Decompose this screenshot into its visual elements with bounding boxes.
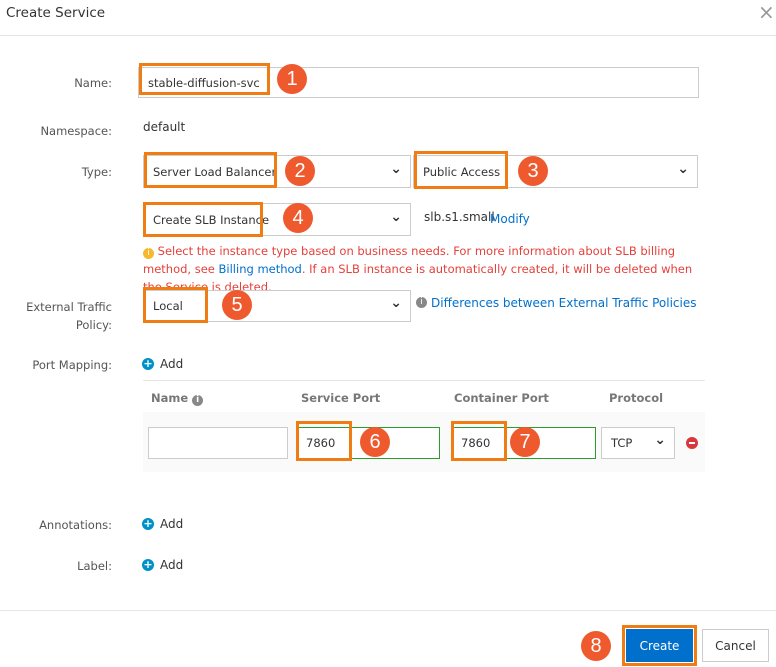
step-marker-1: 1: [277, 64, 307, 94]
modify-link[interactable]: Modify: [490, 212, 530, 226]
slb-select[interactable]: Create SLB Instance: [143, 203, 411, 236]
add-label-button[interactable]: + Add: [142, 558, 183, 572]
header-container-port: Container Port: [454, 391, 549, 405]
slb-value: Create SLB Instance: [153, 212, 270, 227]
annotations-label: Annotations:: [39, 518, 112, 532]
step-marker-8: 8: [581, 631, 611, 661]
plus-icon: +: [142, 517, 154, 530]
create-button[interactable]: Create: [626, 629, 693, 662]
plus-icon: +: [142, 357, 154, 370]
name-label: Name:: [74, 76, 112, 90]
info-icon: i: [416, 297, 427, 308]
namespace-label: Namespace:: [40, 124, 112, 138]
access-value: Public Access: [423, 164, 501, 179]
header-service-port: Service Port: [301, 391, 381, 405]
step-marker-3: 3: [518, 156, 548, 186]
step-marker-2: 2: [285, 156, 315, 186]
header-protocol: Protocol: [609, 391, 664, 405]
cancel-button[interactable]: Cancel: [702, 629, 769, 662]
step-marker-7: 7: [510, 427, 540, 457]
port-name-input[interactable]: [148, 427, 288, 459]
header-name: Name i: [151, 391, 204, 406]
table-divider: [143, 380, 705, 381]
step-marker-4: 4: [283, 203, 313, 233]
header-divider: [0, 35, 776, 36]
plus-icon: +: [142, 558, 154, 571]
step-marker-5: 5: [222, 290, 252, 320]
close-icon[interactable]: ×: [758, 0, 775, 24]
billing-method-link[interactable]: Billing method: [219, 262, 302, 276]
etp-label: External Traffic Policy:: [26, 300, 112, 332]
step-marker-6: 6: [360, 427, 390, 457]
namespace-value: default: [143, 120, 186, 134]
remove-row-icon[interactable]: [686, 437, 698, 449]
type-label: Type:: [81, 165, 112, 179]
warning-icon: i: [143, 248, 154, 259]
slb-spec: slb.s1.small: [424, 210, 495, 224]
label-label: Label:: [77, 559, 112, 573]
etp-select[interactable]: Local: [143, 290, 411, 322]
port-mapping-label: Port Mapping:: [32, 358, 112, 372]
name-value: stable-diffusion-svc: [148, 75, 260, 90]
dialog-title: Create Service: [6, 5, 106, 21]
access-select[interactable]: Public Access: [413, 155, 698, 188]
type-value: Server Load Balancer: [153, 164, 277, 179]
add-annotation-button[interactable]: + Add: [142, 517, 183, 531]
slb-info: i Select the instance type based on busi…: [143, 242, 713, 296]
add-port-button[interactable]: + Add: [142, 357, 183, 371]
etp-link[interactable]: Differences between External Traffic Pol…: [431, 296, 697, 310]
etp-value: Local: [153, 299, 183, 313]
protocol-select[interactable]: TCP: [601, 427, 675, 459]
footer-divider: [0, 610, 776, 611]
name-input[interactable]: stable-diffusion-svc: [138, 67, 699, 98]
type-select[interactable]: Server Load Balancer: [143, 155, 411, 188]
info-icon: i: [192, 395, 204, 406]
